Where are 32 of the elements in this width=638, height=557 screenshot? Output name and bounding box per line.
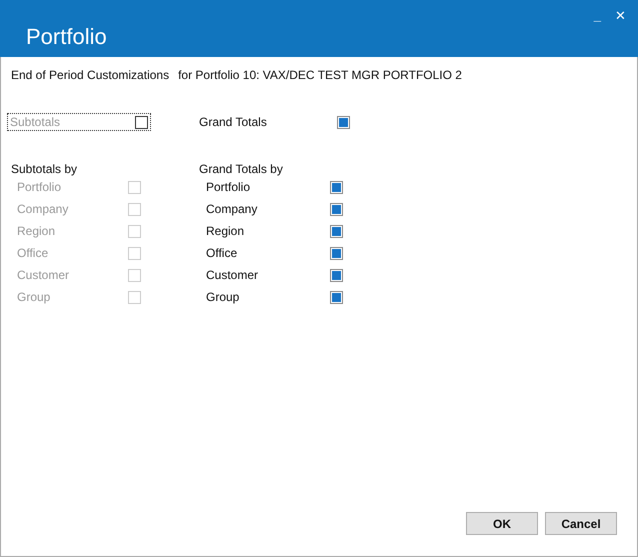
option-label: Portfolio — [16, 179, 62, 196]
checkbox[interactable] — [330, 224, 343, 238]
option-label: Group — [16, 289, 52, 306]
option-label: Office — [205, 245, 238, 262]
checkbox[interactable] — [135, 116, 148, 128]
minimize-button[interactable]: _ — [594, 6, 601, 26]
checkbox[interactable] — [330, 268, 343, 282]
option-label: Customer — [16, 267, 70, 284]
option-label: Customer — [205, 267, 260, 284]
heading-label: End of Period Customizations — [11, 67, 170, 84]
checkbox[interactable] — [330, 290, 343, 304]
checkbox[interactable] — [337, 116, 350, 128]
option-label: Company — [16, 201, 70, 218]
option-label: Region — [205, 223, 246, 240]
ok-button[interactable]: OK — [466, 512, 538, 535]
grand-totals-label: Grand Totals — [199, 114, 268, 131]
subtotals-checkbox-row[interactable]: Subtotals — [7, 113, 151, 131]
option-label: Company — [205, 201, 258, 218]
checkbox[interactable] — [330, 246, 343, 260]
checkbox[interactable] — [330, 180, 343, 194]
option-label: Group — [205, 289, 240, 306]
option-label: Portfolio — [205, 179, 252, 196]
checkbox[interactable] — [330, 202, 343, 216]
option-label: Office — [16, 245, 50, 262]
window-title: Portfolio — [26, 23, 107, 51]
heading-value: for Portfolio 10: VAX/DEC TEST MGR PORTFOLIO 2 — [178, 67, 462, 84]
close-button[interactable]: ✕ — [615, 6, 626, 26]
subtotals-label: Subtotals — [10, 114, 60, 131]
group-heading: Subtotals by — [11, 161, 78, 176]
cancel-button[interactable]: Cancel — [545, 512, 617, 535]
group-heading: Grand Totals by — [199, 161, 284, 176]
option-label: Region — [16, 223, 56, 240]
